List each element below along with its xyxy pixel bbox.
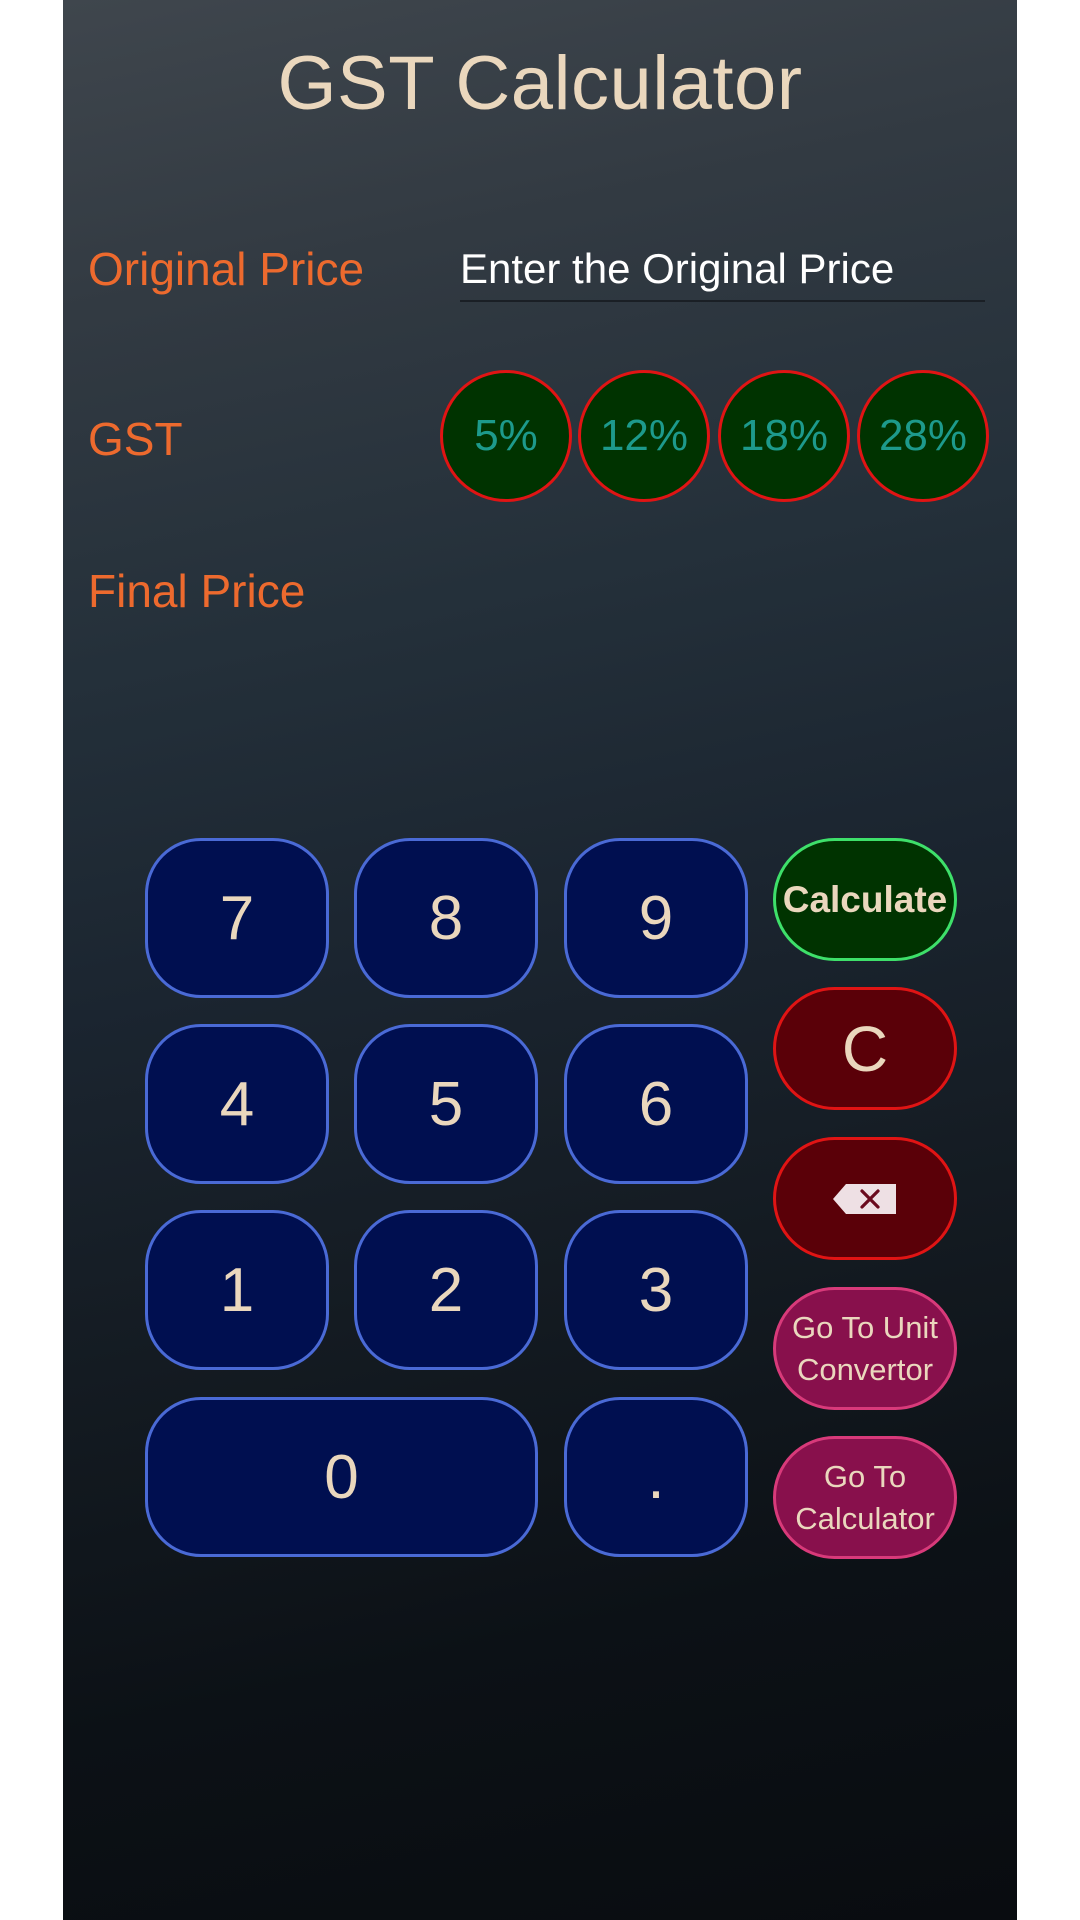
key-2[interactable]: 2 [354,1210,538,1370]
original-price-label: Original Price [88,243,365,295]
clear-button[interactable]: C [773,987,957,1110]
backspace-button[interactable] [773,1137,957,1260]
final-price-label: Final Price [88,565,306,617]
go-to-unit-convertor-button[interactable]: Go To Unit Convertor [773,1287,957,1410]
unit-convertor-label-line1: Go To Unit [792,1309,938,1345]
key-7[interactable]: 7 [145,838,329,998]
go-to-calculator-button[interactable]: Go To Calculator [773,1436,957,1559]
gst-28-button[interactable]: 28% [857,370,989,502]
calculate-button[interactable]: Calculate [773,838,957,961]
key-6[interactable]: 6 [564,1024,748,1184]
key-8[interactable]: 8 [354,838,538,998]
gst-label: GST [88,413,183,465]
calculator-label-line1: Go To [823,1458,907,1494]
key-5[interactable]: 5 [354,1024,538,1184]
backspace-icon [833,1183,896,1214]
gst-calculator-screen: GST Calculator Original Price GST 5% 12%… [63,0,1017,1920]
gst-18-button[interactable]: 18% [718,370,850,502]
key-decimal[interactable]: . [564,1397,748,1557]
key-3[interactable]: 3 [564,1210,748,1370]
key-0[interactable]: 0 [145,1397,538,1557]
page-title: GST Calculator [277,41,803,126]
gst-5-button[interactable]: 5% [440,370,572,502]
unit-convertor-label-line2: Convertor [796,1351,934,1387]
gst-12-button[interactable]: 12% [578,370,710,502]
calculator-label-line2: Calculator [795,1500,935,1536]
original-price-input[interactable] [460,238,985,302]
key-9[interactable]: 9 [564,838,748,998]
key-1[interactable]: 1 [145,1210,329,1370]
key-4[interactable]: 4 [145,1024,329,1184]
